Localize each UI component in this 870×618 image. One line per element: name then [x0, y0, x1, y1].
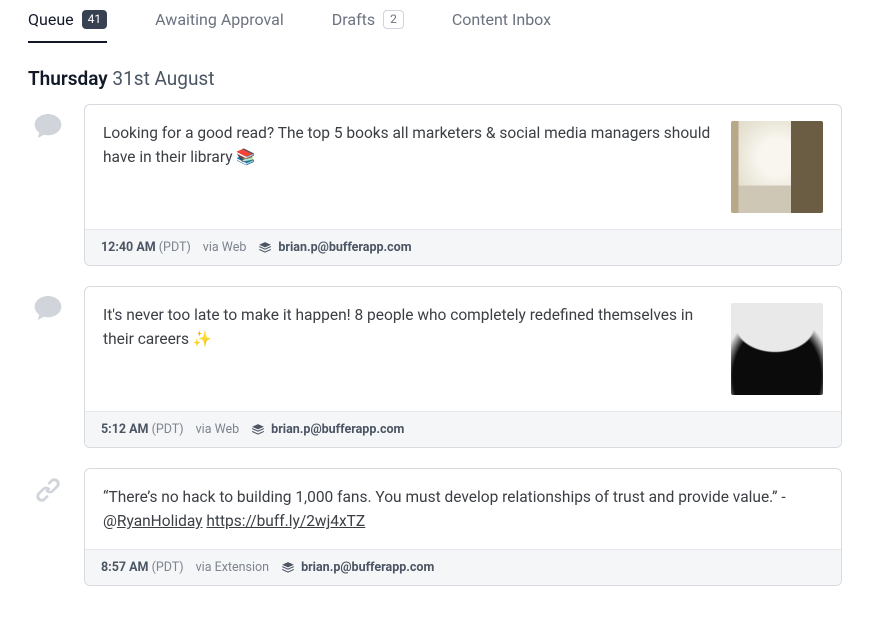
url-link[interactable]: https://buff.ly/2wj4xTZ	[206, 512, 365, 530]
post-row: “There’s no hack to building 1,000 fans.…	[28, 468, 842, 586]
post-feed: Looking for a good read? The top 5 books…	[0, 104, 870, 586]
post-via: via Extension	[196, 560, 269, 575]
post-thumbnail[interactable]	[731, 121, 823, 213]
post-row: It's never too late to make it happen! 8…	[28, 286, 842, 448]
post-text: “There’s no hack to building 1,000 fans.…	[103, 485, 823, 533]
post-card[interactable]: It's never too late to make it happen! 8…	[84, 286, 842, 448]
tab-drafts[interactable]: Drafts 2	[332, 10, 404, 43]
buffer-icon	[251, 423, 265, 437]
post-user: brian.p@bufferapp.com	[251, 422, 404, 437]
tab-inbox-label: Content Inbox	[452, 10, 551, 29]
date-rest: 31st August	[112, 67, 214, 90]
tab-queue-label: Queue	[28, 10, 74, 29]
post-footer: 12:40 AM (PDT) via Web brian.p@bufferapp…	[85, 229, 841, 265]
buffer-icon	[258, 241, 272, 255]
date-heading: Thursday 31st August	[0, 43, 870, 104]
comment-icon	[28, 286, 68, 324]
post-text: Looking for a good read? The top 5 books…	[103, 121, 713, 169]
post-row: Looking for a good read? The top 5 books…	[28, 104, 842, 266]
post-time: 8:57 AM (PDT)	[101, 560, 184, 575]
date-weekday: Thursday	[28, 67, 108, 90]
post-user: brian.p@bufferapp.com	[258, 240, 411, 255]
tab-awaiting-approval[interactable]: Awaiting Approval	[155, 10, 284, 43]
link-icon	[28, 468, 68, 506]
post-card[interactable]: Looking for a good read? The top 5 books…	[84, 104, 842, 266]
post-via: via Web	[196, 422, 240, 437]
comment-icon	[28, 104, 68, 142]
tab-awaiting-label: Awaiting Approval	[155, 10, 284, 29]
tab-queue[interactable]: Queue 41	[28, 10, 107, 43]
post-footer: 8:57 AM (PDT) via Extension brian.p@buff…	[85, 549, 841, 585]
post-time: 5:12 AM (PDT)	[101, 422, 184, 437]
post-via: via Web	[203, 240, 247, 255]
post-user: brian.p@bufferapp.com	[281, 560, 434, 575]
mention-link[interactable]: RyanHoliday	[117, 512, 203, 530]
tab-drafts-label: Drafts	[332, 10, 375, 29]
post-body: Looking for a good read? The top 5 books…	[85, 105, 841, 229]
post-footer: 5:12 AM (PDT) via Web brian.p@bufferapp.…	[85, 411, 841, 447]
tab-drafts-count: 2	[383, 10, 404, 28]
post-thumbnail[interactable]	[731, 303, 823, 395]
post-text: It's never too late to make it happen! 8…	[103, 303, 713, 351]
tabs-bar: Queue 41 Awaiting Approval Drafts 2 Cont…	[0, 0, 870, 43]
tab-queue-count: 41	[82, 10, 108, 28]
post-body: “There’s no hack to building 1,000 fans.…	[85, 469, 841, 549]
buffer-icon	[281, 561, 295, 575]
post-time: 12:40 AM (PDT)	[101, 240, 191, 255]
post-body: It's never too late to make it happen! 8…	[85, 287, 841, 411]
tab-content-inbox[interactable]: Content Inbox	[452, 10, 551, 43]
post-card[interactable]: “There’s no hack to building 1,000 fans.…	[84, 468, 842, 586]
